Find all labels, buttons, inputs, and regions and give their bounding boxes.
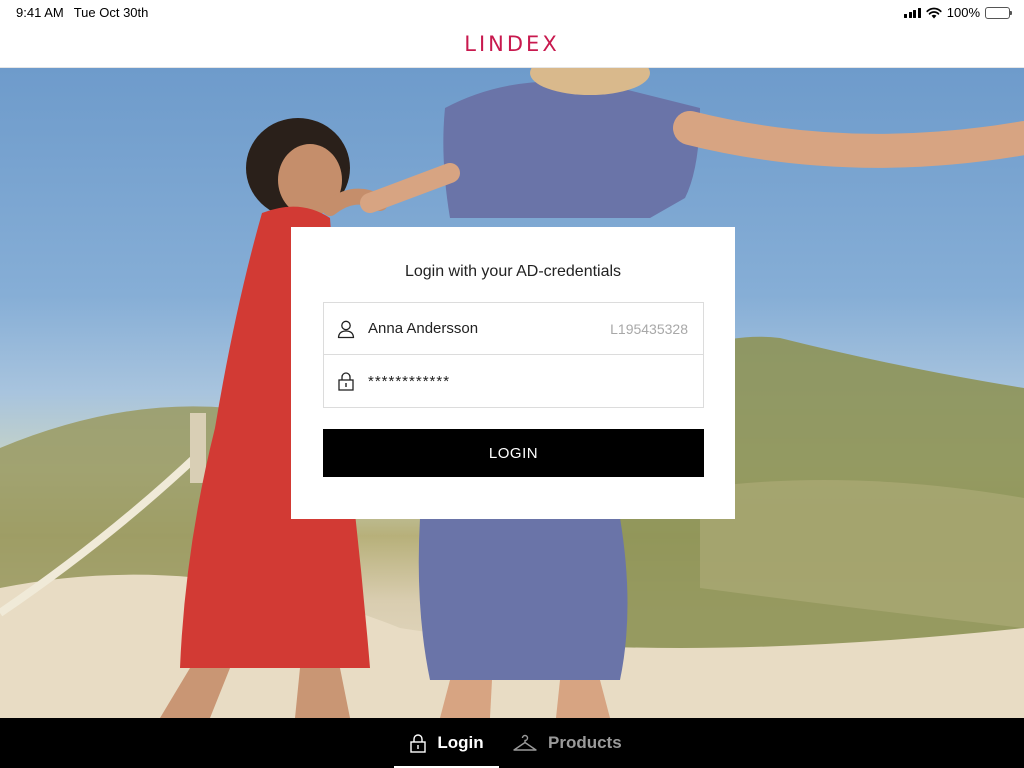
login-button[interactable]: LOGIN (323, 429, 704, 477)
tab-login[interactable]: Login (394, 718, 499, 768)
bottom-tab-bar: Login Products (0, 718, 1024, 768)
user-icon (324, 319, 368, 339)
status-time: 9:41 AM (16, 5, 64, 20)
lock-icon (410, 734, 427, 753)
status-bar: 9:41 AM Tue Oct 30th 100% (0, 0, 1024, 24)
wifi-icon (926, 7, 942, 18)
battery-icon (985, 6, 1012, 19)
user-id-label: L195435328 (610, 320, 688, 337)
username-field[interactable]: Anna Andersson L195435328 (323, 302, 704, 355)
password-field[interactable]: ************ (323, 355, 704, 408)
password-value: ************ (368, 372, 451, 390)
username-value: Anna Andersson (368, 320, 479, 337)
cellular-signal-icon (904, 7, 921, 18)
hanger-icon (513, 734, 537, 751)
status-date: Tue Oct 30th (73, 5, 149, 20)
battery-percentage: 100% (946, 5, 980, 20)
lock-icon (324, 371, 368, 391)
login-card-title: Login with your AD-credentials (404, 263, 622, 280)
app-header: LINDEX (0, 24, 1024, 68)
tab-products[interactable]: Products (512, 718, 622, 768)
tab-login-label: Login (437, 733, 484, 752)
login-card: Login with your AD-credentials Anna Ande… (291, 227, 735, 519)
tab-products-label: Products (548, 733, 622, 752)
lindex-logo: LINDEX (464, 32, 560, 56)
